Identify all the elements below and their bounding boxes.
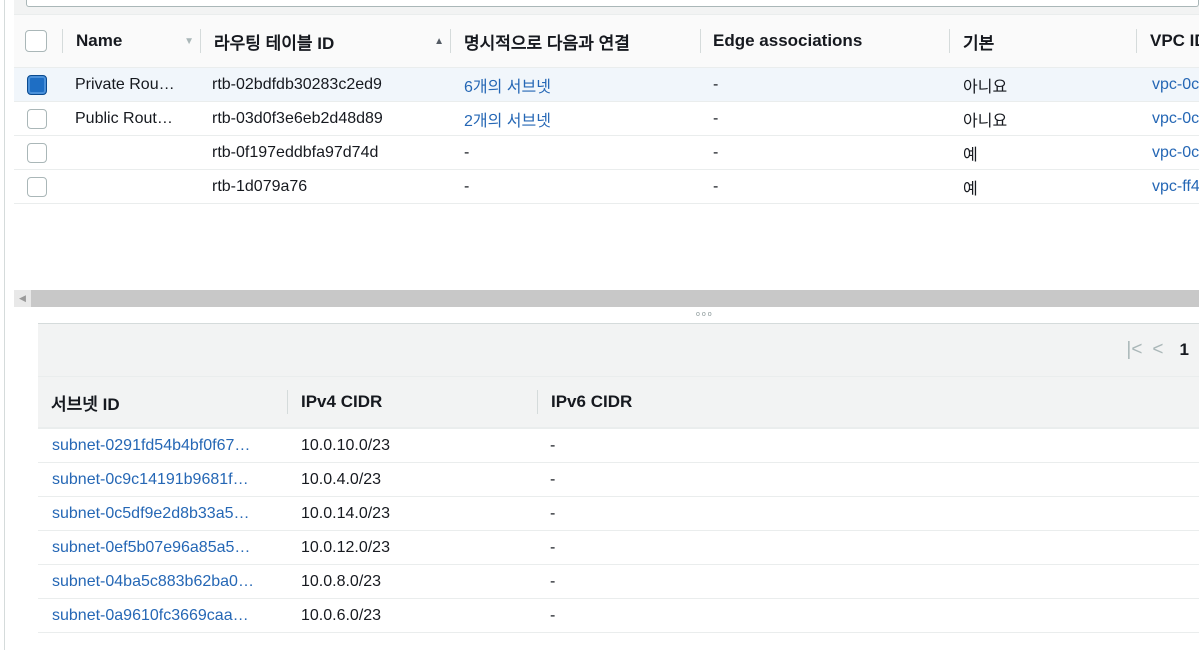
scroll-left-icon[interactable]: ◀ — [14, 290, 31, 307]
select-all-checkbox[interactable] — [25, 30, 47, 52]
subnet-id-link[interactable]: subnet-0c5df9e2d8b33a5… — [52, 497, 250, 530]
search-input-edge[interactable] — [26, 0, 1199, 7]
column-header-edge-associations-label: Edge associations — [713, 31, 863, 50]
route-table-id: rtb-0f197eddbfa97d74d — [212, 143, 379, 161]
ipv4-cidr: 10.0.4.0/23 — [301, 470, 382, 488]
column-header-ipv4-cidr[interactable]: IPv4 CIDR — [301, 377, 382, 427]
column-header-route-table-id-label: 라우팅 테이블 ID — [214, 33, 335, 53]
explicit-subnets: - — [464, 177, 470, 195]
main-flag: 아니요 — [963, 78, 1008, 96]
column-header-route-table-id[interactable]: 라우팅 테이블 ID ▲ — [214, 15, 444, 67]
column-divider — [537, 390, 538, 414]
ipv6-cidr: - — [550, 538, 556, 556]
vpc-id-link[interactable]: vpc-ff4 — [1152, 170, 1199, 203]
column-header-edge-associations[interactable]: Edge associations — [713, 15, 862, 67]
route-table-header: Name ▼ 라우팅 테이블 ID ▲ 명시적으로 다음과 연결 Edge as… — [14, 14, 1199, 68]
ipv4-cidr: 10.0.12.0/23 — [301, 538, 390, 556]
column-divider — [200, 29, 201, 53]
column-header-subnet-id[interactable]: 서브넷 ID — [51, 377, 120, 427]
column-header-ipv6-cidr[interactable]: IPv6 CIDR — [551, 377, 632, 427]
ipv4-cidr: 10.0.14.0/23 — [301, 504, 390, 522]
sort-icon[interactable]: ▼ — [184, 36, 194, 47]
ipv6-cidr: - — [550, 504, 556, 522]
route-table-name: Public Rout… — [75, 109, 173, 127]
column-header-explicit-subnets-label: 명시적으로 다음과 연결 — [464, 33, 630, 53]
subnet-id-link[interactable]: subnet-0291fd54b4bf0f67… — [52, 429, 250, 462]
table-row[interactable]: Private Rou… rtb-02bdfdb30283c2ed9 6개의 서… — [14, 68, 1199, 102]
table-row: subnet-0a9610fc3669caa… 10.0.6.0/23 - — [38, 599, 1199, 633]
ipv6-cidr: - — [550, 572, 556, 590]
subnet-id-link[interactable]: subnet-0ef5b07e96a85a5… — [52, 531, 250, 564]
subnet-id-link[interactable]: subnet-0a9610fc3669caa… — [52, 599, 249, 632]
ipv6-cidr: - — [550, 470, 556, 488]
explicit-subnets-link[interactable]: 2개의 서브넷 — [464, 102, 551, 135]
ipv4-cidr: 10.0.8.0/23 — [301, 572, 382, 590]
table-row: subnet-04ba5c883b62ba0… 10.0.8.0/23 - — [38, 565, 1199, 599]
column-header-main-label: 기본 — [963, 33, 995, 53]
filter-area-edge — [14, 0, 1199, 14]
first-page-icon[interactable]: |< — [1126, 339, 1142, 361]
explicit-subnets-link[interactable]: 6개의 서브넷 — [464, 68, 551, 101]
explicit-subnets: - — [464, 143, 470, 161]
column-header-vpc-id[interactable]: VPC ID — [1150, 15, 1199, 67]
sort-ascending-icon[interactable]: ▲ — [434, 36, 444, 47]
subnet-id-link[interactable]: subnet-0c9c14191b9681f… — [52, 463, 249, 496]
row-checkbox[interactable] — [27, 142, 47, 163]
table-row: subnet-0c5df9e2d8b33a5… 10.0.14.0/23 - — [38, 497, 1199, 531]
row-checkbox[interactable] — [27, 74, 47, 95]
column-divider — [450, 29, 451, 53]
column-header-explicit-subnets[interactable]: 명시적으로 다음과 연결 — [464, 15, 630, 67]
table-row: subnet-0c9c14191b9681f… 10.0.4.0/23 - — [38, 463, 1199, 497]
ipv4-cidr: 10.0.10.0/23 — [301, 436, 390, 454]
column-divider — [700, 29, 701, 53]
edge-associations: - — [713, 75, 719, 93]
row-checkbox[interactable] — [27, 176, 47, 197]
table-row[interactable]: rtb-1d079a76 - - 예 vpc-ff4 — [14, 170, 1199, 204]
vpc-id-link[interactable]: vpc-0c — [1152, 102, 1199, 135]
table-row[interactable]: Public Rout… rtb-03d0f3e6eb2d48d89 2개의 서… — [14, 102, 1199, 136]
vpc-id-link[interactable]: vpc-0c — [1152, 68, 1199, 101]
main-flag: 예 — [963, 180, 978, 198]
ipv6-cidr: - — [550, 436, 556, 454]
column-divider — [949, 29, 950, 53]
edge-associations: - — [713, 143, 719, 161]
page-number[interactable]: 1 — [1180, 340, 1189, 360]
table-row: subnet-0291fd54b4bf0f67… 10.0.10.0/23 - — [38, 429, 1199, 463]
column-divider — [287, 390, 288, 414]
vpc-id-link[interactable]: vpc-0c — [1152, 136, 1199, 169]
row-checkbox[interactable] — [27, 108, 47, 129]
edge-associations: - — [713, 177, 719, 195]
table-row[interactable]: rtb-0f197eddbfa97d74d - - 예 vpc-0c — [14, 136, 1199, 170]
prev-page-icon[interactable]: < — [1152, 339, 1163, 361]
subnet-associations-panel: |< < 1 서브넷 ID IPv4 CIDR IPv6 CIDR subnet… — [38, 323, 1199, 633]
horizontal-scrollbar[interactable]: ◀ — [14, 290, 1199, 307]
route-table-id: rtb-02bdfdb30283c2ed9 — [212, 75, 382, 93]
ipv4-cidr: 10.0.6.0/23 — [301, 606, 382, 624]
resize-handle-icon[interactable]: ooo — [696, 311, 714, 318]
route-table-list: Name ▼ 라우팅 테이블 ID ▲ 명시적으로 다음과 연결 Edge as… — [14, 14, 1199, 204]
pagination: |< < 1 — [1126, 324, 1189, 376]
column-divider — [62, 29, 63, 53]
subnet-id-link[interactable]: subnet-04ba5c883b62ba0… — [52, 565, 254, 598]
main-flag: 아니요 — [963, 112, 1008, 130]
column-divider — [1136, 29, 1137, 53]
route-table-id: rtb-03d0f3e6eb2d48d89 — [212, 109, 383, 127]
column-header-vpc-id-label: VPC ID — [1150, 31, 1199, 50]
route-table-name: Private Rou… — [75, 75, 175, 93]
column-header-main[interactable]: 기본 — [963, 15, 994, 67]
column-header-name[interactable]: Name ▼ — [76, 15, 194, 67]
left-border — [4, 0, 5, 650]
edge-associations: - — [713, 109, 719, 127]
pagination-toolbar: |< < 1 — [38, 323, 1199, 377]
ipv6-cidr: - — [550, 606, 556, 624]
table-row: subnet-0ef5b07e96a85a5… 10.0.12.0/23 - — [38, 531, 1199, 565]
route-table-id: rtb-1d079a76 — [212, 177, 308, 195]
column-header-name-label: Name — [76, 31, 123, 50]
subnet-table-header: 서브넷 ID IPv4 CIDR IPv6 CIDR — [38, 377, 1199, 429]
select-all-cell — [25, 15, 47, 67]
main-flag: 예 — [963, 146, 978, 164]
